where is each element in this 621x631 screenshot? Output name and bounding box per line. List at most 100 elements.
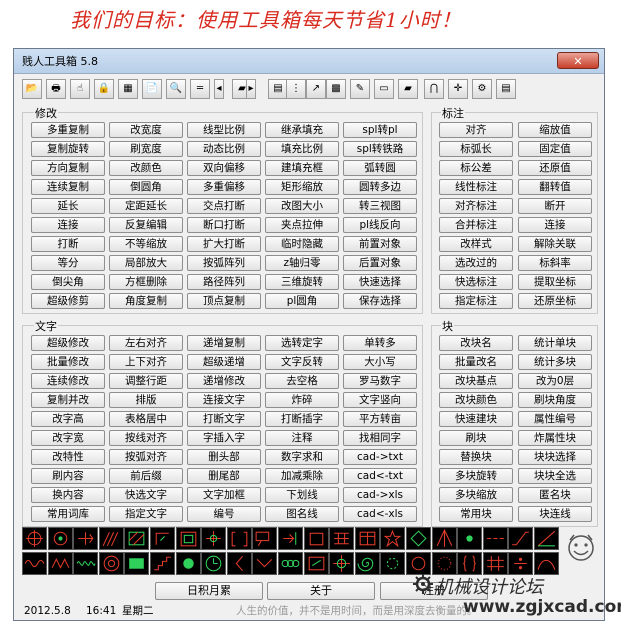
concentric-icon[interactable] [98,552,124,575]
text-button[interactable]: 删尾部 [187,468,261,484]
notepad-icon[interactable]: 📄 [142,79,162,99]
block-button[interactable]: 统计单块 [518,335,592,351]
dimension-button[interactable]: 标公差 [439,160,513,176]
text-button[interactable]: 文字竖向 [343,392,417,408]
bullet-icon[interactable] [175,552,201,575]
modify-button[interactable]: 快速选择 [343,274,417,290]
text-button[interactable]: 复制并改 [31,392,105,408]
modify-button[interactable]: 填充比例 [265,141,339,157]
modify-button[interactable]: 刷宽度 [109,141,183,157]
block-button[interactable]: 刷块 [439,430,513,446]
modify-button[interactable]: 反复编辑 [109,217,183,233]
diamond-icon[interactable] [406,527,431,550]
text-button[interactable]: 连接文字 [187,392,261,408]
modify-button[interactable]: spl转铁路 [343,141,417,157]
dimension-button[interactable]: 连接 [518,217,592,233]
hatch-icon[interactable] [98,527,124,550]
text-button[interactable]: 下划线 [265,487,339,503]
chevron-icon[interactable] [252,552,278,575]
measure-icon[interactable]: ═ [190,79,210,99]
scissor-icon[interactable]: ⋮ [286,79,306,99]
modify-button[interactable]: 改图大小 [265,198,339,214]
line-dash-icon[interactable] [482,527,508,550]
dimension-button[interactable]: 标弧长 [439,141,513,157]
block-button[interactable]: 统计多块 [518,354,592,370]
text-button[interactable]: 文字加框 [187,487,261,503]
clock-icon[interactable] [201,552,227,575]
text-button[interactable]: 编号 [187,506,261,522]
modify-button[interactable]: 扩大打断 [187,236,261,252]
tips-button[interactable]: 日积月累 [155,582,263,600]
modify-button[interactable]: 线型比例 [187,122,261,138]
text-button[interactable]: 常用词库 [31,506,105,522]
block-button[interactable]: 改为0层 [518,373,592,389]
text-button[interactable]: 超级修改 [31,335,105,351]
close-button[interactable]: ✕ [557,52,599,69]
rect-green-icon[interactable] [124,552,150,575]
bracket-icon[interactable] [226,527,252,550]
dimension-button[interactable]: 选改过的 [439,255,513,271]
text-button[interactable]: 大小写 [343,354,417,370]
modify-button[interactable]: 前置对象 [343,236,417,252]
arrow-flag-icon[interactable] [278,527,303,550]
text-button[interactable]: 左右对齐 [109,335,183,351]
modify-button[interactable]: 多重复制 [31,122,105,138]
modify-button[interactable]: 临时隐藏 [265,236,339,252]
modify-button[interactable]: 矩形缩放 [265,179,339,195]
modify-button[interactable]: 改颜色 [109,160,183,176]
brace-icon[interactable] [457,552,483,575]
text-button[interactable]: 找相同字 [343,430,417,446]
block-button[interactable]: 批量改名 [439,354,513,370]
arrow-split-icon[interactable] [73,527,99,550]
star-icon[interactable] [380,527,406,550]
block-button[interactable]: 属性编号 [518,411,592,427]
modify-button[interactable]: z轴归零 [265,255,339,271]
text-button[interactable]: 快选文字 [109,487,183,503]
text-button[interactable]: 罗马数字 [343,373,417,389]
text-button[interactable]: 打断插字 [265,411,339,427]
block-button[interactable]: 快速建块 [439,411,513,427]
center-mark-icon[interactable] [201,527,227,550]
spring-icon[interactable] [73,552,99,575]
text-button[interactable]: 按线对齐 [109,430,183,446]
circle-cross-icon[interactable] [47,527,73,550]
modify-button[interactable]: pl线反向 [343,217,417,233]
modify-button[interactable]: 等分 [31,255,105,271]
text-button[interactable]: 字插入字 [187,430,261,446]
modify-button[interactable]: 转三视图 [343,198,417,214]
printer-small-icon[interactable]: ▤ [496,79,516,99]
text-button[interactable]: 指定文字 [109,506,183,522]
modify-button[interactable]: 多重偏移 [187,179,261,195]
text-button[interactable]: 连续修改 [31,373,105,389]
text-button[interactable]: 改特性 [31,449,105,465]
modify-button[interactable]: 顶点复制 [187,293,261,309]
modify-button[interactable]: 按弧阵列 [187,255,261,271]
modify-button[interactable]: 倒圆角 [109,179,183,195]
text-button[interactable]: 改字高 [31,411,105,427]
modify-button[interactable]: 交点打断 [187,198,261,214]
lock-icon[interactable]: 🔒 [94,79,114,99]
dimension-button[interactable]: 线性标注 [439,179,513,195]
crosshair-icon[interactable]: ✛ [448,79,468,99]
block-button[interactable]: 改块名 [439,335,513,351]
modify-button[interactable]: spl转pl [343,122,417,138]
modify-button[interactable]: 改宽度 [109,122,183,138]
pencil-icon[interactable]: ✎ [350,79,370,99]
text-button[interactable]: 排版 [109,392,183,408]
frame-icon[interactable] [175,527,201,550]
block-button[interactable]: 块块全选 [518,468,592,484]
corner-icon[interactable] [150,527,175,550]
text-button[interactable]: 换内容 [31,487,105,503]
text-button[interactable]: cad<-txt [343,468,417,484]
text-button[interactable]: cad->xls [343,487,417,503]
block-button[interactable]: 刷块角度 [518,392,592,408]
dimension-button[interactable]: 固定值 [518,141,592,157]
block-button[interactable]: 块连线 [518,506,592,522]
layers-icon[interactable]: ▤ [268,79,288,99]
block-button[interactable]: 多块旋转 [439,468,513,484]
flower-icon[interactable] [278,552,303,575]
modify-button[interactable]: 方框删除 [109,274,183,290]
text-button[interactable]: 递增复制 [187,335,261,351]
cross-hair-icon[interactable] [329,552,355,575]
modify-button[interactable]: 倒尖角 [31,274,105,290]
